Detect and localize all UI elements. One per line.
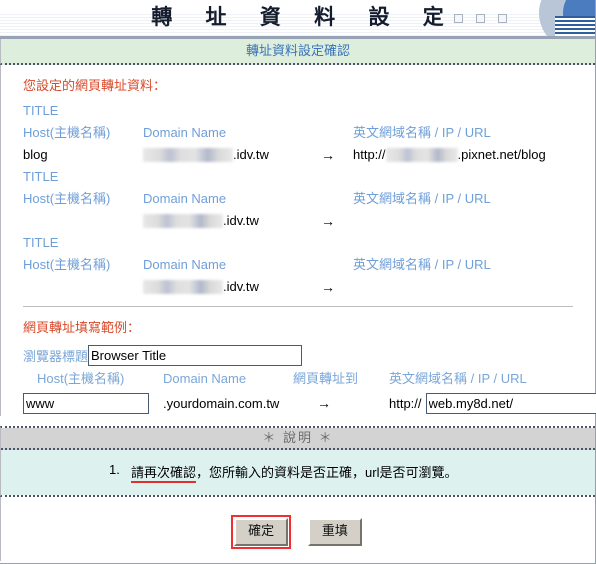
- table-row: blog .idv.tw → http:// .pixnet.net/blog: [23, 144, 595, 166]
- explanation-body: 1. 請再次確認，您所輸入的資料是否正確，url是否可瀏覽。: [1, 450, 595, 495]
- example-input-row: .yourdomain.com.tw → http://: [23, 390, 596, 416]
- redirect-group-3: TITLE Host(主機名稱) Domain Name 英文網域名稱 / IP…: [1, 232, 595, 298]
- close-box-icon[interactable]: [498, 14, 507, 23]
- example-section-heading: 網頁轉址填寫範例：: [23, 320, 141, 335]
- redirect-group-2: TITLE Host(主機名稱) Domain Name 英文網域名稱 / IP…: [1, 166, 595, 232]
- column-header-host: Host(主機名稱): [23, 191, 111, 206]
- domain-suffix: .idv.tw: [223, 279, 259, 294]
- browser-title-input[interactable]: [88, 344, 303, 366]
- example-form: 瀏覽器標題 Host(主機名稱) Domain Name 網頁轉址到 英文網域名…: [1, 342, 596, 416]
- column-header-host: Host(主機名稱): [23, 257, 111, 272]
- column-header-domain: Domain Name: [143, 257, 227, 272]
- confirm-button-focus-ring: 確定: [231, 515, 292, 549]
- page-root: 轉 址 資 料 設 定 轉址資料設定確認 您設定的網頁轉址資料： TITLE H…: [0, 0, 596, 564]
- cell-url: http:// .pixnet.net/blog: [353, 144, 595, 166]
- browser-title-label: 瀏覽器標題: [23, 348, 89, 364]
- cell-domain: .idv.tw: [143, 276, 303, 298]
- confirm-button[interactable]: 確定: [234, 518, 289, 546]
- domain-static-text: .yourdomain.com.tw: [163, 395, 280, 411]
- list-item-text: 請再次確認，您所輸入的資料是否正確，url是否可瀏覽。: [131, 462, 458, 483]
- arrow-icon: →: [321, 213, 335, 229]
- app-banner: 轉 址 資 料 設 定: [0, 0, 595, 39]
- list-item: 1. 請再次確認，您所輸入的資料是否正確，url是否可瀏覽。: [1, 462, 595, 483]
- group-title-label: TITLE: [23, 169, 59, 184]
- column-header-row: Host(主機名稱) Domain Name 英文網域名稱 / IP / URL: [23, 122, 595, 144]
- cell-host: blog: [23, 147, 48, 162]
- reset-button[interactable]: 重填: [307, 518, 362, 546]
- example-column-headers: Host(主機名稱) Domain Name 網頁轉址到 英文網域名稱 / IP…: [23, 368, 595, 390]
- table-row: .idv.tw →: [23, 210, 595, 232]
- data-section-heading: 您設定的網頁轉址資料：: [23, 78, 167, 93]
- redacted-url: [385, 148, 458, 162]
- url-prefix: http://: [353, 147, 386, 162]
- cell-domain: .idv.tw: [143, 210, 303, 232]
- column-header-url: 英文網域名稱 / IP / URL: [353, 125, 491, 140]
- url-input[interactable]: [425, 392, 596, 414]
- domain-suffix: .idv.tw: [223, 213, 259, 228]
- column-header-redirect: 網頁轉址到: [293, 371, 359, 386]
- redirect-group-1: TITLE Host(主機名稱) Domain Name 英文網域名稱 / IP…: [1, 100, 595, 166]
- table-row: .idv.tw →: [23, 276, 595, 298]
- protocol-label: http://: [389, 395, 422, 411]
- group-title-label: TITLE: [23, 235, 59, 250]
- host-input[interactable]: [23, 392, 149, 414]
- cell-domain: .idv.tw: [143, 144, 303, 166]
- redacted-domain: [143, 148, 233, 162]
- group-title-label: TITLE: [23, 103, 59, 118]
- browser-title-line: 瀏覽器標題: [23, 342, 595, 368]
- column-header-domain: Domain Name: [143, 191, 227, 206]
- arrow-icon: →: [317, 395, 331, 411]
- column-header-row: Host(主機名稱) Domain Name 英文網域名稱 / IP / URL: [23, 188, 595, 210]
- arrow-icon: →: [321, 147, 335, 163]
- minimize-box-icon[interactable]: [454, 14, 463, 23]
- subtitle-band: 轉址資料設定確認: [0, 39, 595, 65]
- list-item-rest: ，您所輸入的資料是否正確，url是否可瀏覽。: [196, 465, 458, 480]
- column-header-url: 英文網域名稱 / IP / URL: [353, 257, 491, 272]
- redacted-domain: [143, 280, 223, 294]
- domain-suffix: .idv.tw: [233, 147, 269, 162]
- column-header-host: Host(主機名稱): [23, 125, 111, 140]
- button-bar: 確定 重填: [0, 497, 595, 561]
- host-field-cell: [23, 392, 163, 414]
- banner-swoosh-lines-icon: [555, 16, 595, 36]
- explanation-header: ＊ 說明 ＊: [1, 428, 595, 450]
- column-header-domain: Domain Name: [143, 125, 227, 140]
- url-suffix: .pixnet.net/blog: [457, 147, 546, 162]
- redacted-domain: [143, 214, 223, 228]
- url-field-cell: http://: [389, 392, 596, 414]
- arrow-icon: →: [321, 279, 335, 295]
- main-content: 您設定的網頁轉址資料： TITLE Host(主機名稱) Domain Name…: [0, 65, 596, 416]
- column-header-url: 英文網域名稱 / IP / URL: [353, 191, 491, 206]
- column-header-row: Host(主機名稱) Domain Name 英文網域名稱 / IP / URL: [23, 254, 595, 276]
- reset-button-wrap: 重填: [305, 515, 365, 549]
- explanation-section: ＊ 說明 ＊ 1. 請再次確認，您所輸入的資料是否正確，url是否可瀏覽。: [0, 426, 595, 497]
- restore-box-icon[interactable]: [476, 14, 485, 23]
- column-header-url: 英文網域名稱 / IP / URL: [389, 371, 527, 386]
- emphasis-text: 請再次確認: [131, 465, 197, 483]
- column-header-domain: Domain Name: [163, 371, 247, 386]
- column-header-host: Host(主機名稱): [37, 371, 125, 386]
- list-item-number: 1.: [109, 462, 120, 477]
